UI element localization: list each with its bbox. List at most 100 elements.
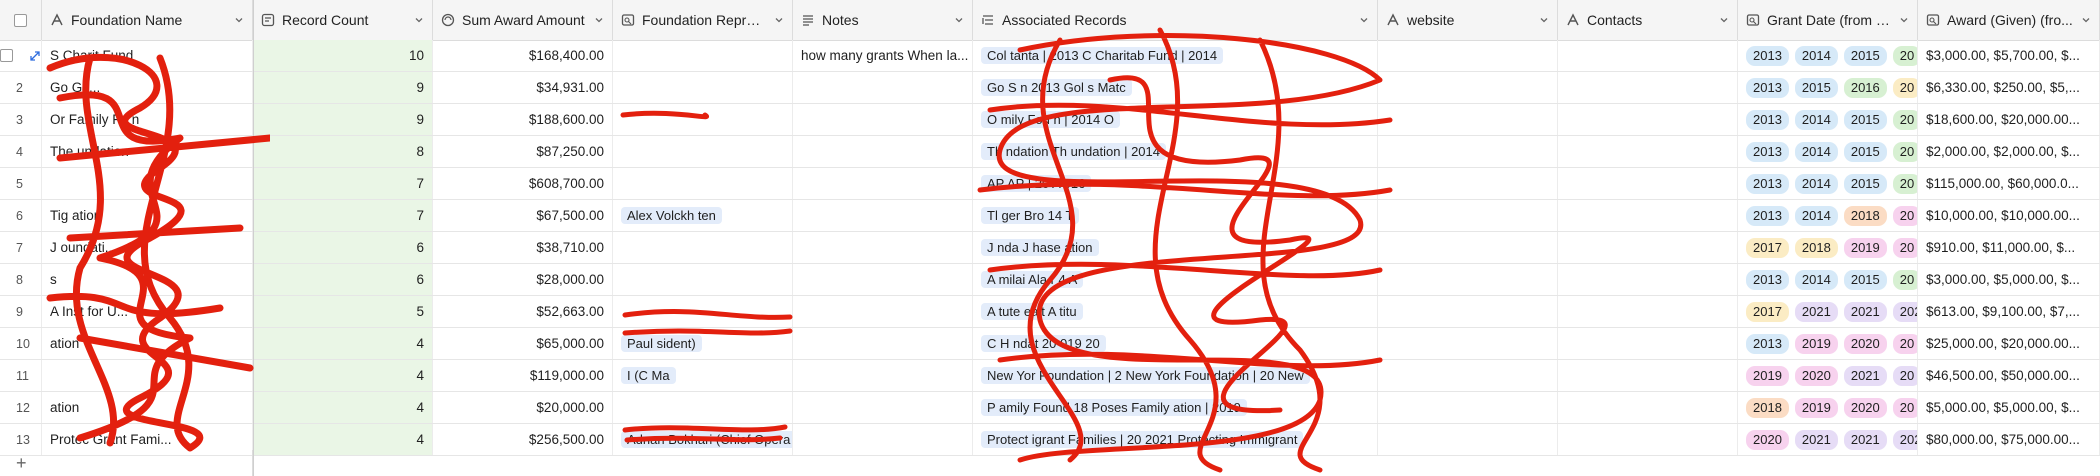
website-cell[interactable]: [1378, 392, 1558, 423]
table-row[interactable]: 5 7 $608,700.00 AP AP | 20 A 016 2013 2014 201…: [0, 168, 2100, 200]
row-number[interactable]: 8: [0, 264, 42, 295]
header-select-all[interactable]: [0, 0, 42, 40]
linked-record-chip[interactable]: C H ndat 20 019 20: [981, 335, 1106, 352]
foundation-rep-cell[interactable]: [613, 136, 793, 167]
foundation-name-cell[interactable]: Tig ation: [42, 200, 253, 231]
record-count-cell[interactable]: 4: [253, 424, 433, 455]
contacts-cell[interactable]: [1558, 392, 1738, 423]
contacts-cell[interactable]: [1558, 136, 1738, 167]
linked-record-chip[interactable]: O mily Fou n | 2014 O: [981, 111, 1120, 128]
notes-cell[interactable]: [793, 424, 973, 455]
record-count-cell[interactable]: 4: [253, 360, 433, 391]
sum-award-cell[interactable]: $87,250.00: [433, 136, 613, 167]
linked-record-chip[interactable]: Adnan Bokhari (Chief Opera: [621, 431, 792, 448]
award-given-cell[interactable]: $46,500.00, $50,000.00...: [1918, 360, 2100, 391]
award-given-cell[interactable]: $5,000.00, $5,000.00, $...: [1918, 392, 2100, 423]
chevron-down-icon[interactable]: [594, 15, 604, 25]
website-cell[interactable]: [1378, 264, 1558, 295]
chevron-down-icon[interactable]: [1539, 15, 1549, 25]
record-count-cell[interactable]: 6: [253, 264, 433, 295]
website-cell[interactable]: [1378, 104, 1558, 135]
website-cell[interactable]: [1378, 360, 1558, 391]
table-row[interactable]: 7J oundati... 6 $38,710.00 J nda J hase ati…: [0, 232, 2100, 264]
chevron-down-icon[interactable]: [414, 15, 424, 25]
contacts-cell[interactable]: [1558, 232, 1738, 263]
notes-cell[interactable]: [793, 392, 973, 423]
award-given-cell[interactable]: $3,000.00, $5,700.00, $...: [1918, 40, 2100, 71]
column-header[interactable]: Contacts: [1558, 0, 1738, 40]
award-given-cell[interactable]: $613.00, $9,100.00, $7,...: [1918, 296, 2100, 327]
associated-records-cell[interactable]: A milai Ala r 4 A: [973, 264, 1378, 295]
record-count-cell[interactable]: 7: [253, 200, 433, 231]
associated-records-cell[interactable]: J nda J hase ation: [973, 232, 1378, 263]
sum-award-cell[interactable]: $67,500.00: [433, 200, 613, 231]
row-number[interactable]: 4: [0, 136, 42, 167]
grant-date-cell[interactable]: 2013 2014 2015 20: [1738, 40, 1918, 71]
award-given-cell[interactable]: $80,000.00, $75,000.00...: [1918, 424, 2100, 455]
table-row[interactable]: 9A Inst for U... 5 $52,663.00 A tute ealt A…: [0, 296, 2100, 328]
row-checkbox[interactable]: [0, 49, 13, 62]
linked-record-chip[interactable]: Go S n 2013 Gol s Matc: [981, 79, 1132, 96]
notes-cell[interactable]: [793, 232, 973, 263]
associated-records-cell[interactable]: Tl ger Bro 14 T: [973, 200, 1378, 231]
row-number[interactable]: 5: [0, 168, 42, 199]
associated-records-cell[interactable]: C H ndat 20 019 20: [973, 328, 1378, 359]
associated-records-cell[interactable]: Go S n 2013 Gol s Matc: [973, 72, 1378, 103]
foundation-rep-cell[interactable]: [613, 264, 793, 295]
contacts-cell[interactable]: [1558, 360, 1738, 391]
foundation-name-cell[interactable]: [42, 168, 253, 199]
linked-record-chip[interactable]: A tute ealt A titu: [981, 303, 1083, 320]
foundation-name-cell[interactable]: A Inst for U...: [42, 296, 253, 327]
website-cell[interactable]: [1378, 328, 1558, 359]
column-header[interactable]: Award (Given) (fro...: [1918, 0, 2100, 40]
add-record-button[interactable]: +: [0, 450, 253, 476]
chevron-down-icon[interactable]: [1899, 15, 1909, 25]
sum-award-cell[interactable]: $608,700.00: [433, 168, 613, 199]
record-count-cell[interactable]: 4: [253, 392, 433, 423]
table-row[interactable]: 12 ation 4 $20,000.00 P amily Found 18 Pose…: [0, 392, 2100, 424]
foundation-rep-cell[interactable]: Paul sident): [613, 328, 793, 359]
foundation-name-cell[interactable]: J oundati...: [42, 232, 253, 263]
award-given-cell[interactable]: $3,000.00, $5,000.00, $...: [1918, 264, 2100, 295]
row-number[interactable]: [0, 40, 42, 71]
award-given-cell[interactable]: $6,330.00, $250.00, $5,...: [1918, 72, 2100, 103]
associated-records-cell[interactable]: Protect igrant Families | 20 2021 Protec…: [973, 424, 1378, 455]
column-header[interactable]: Notes: [793, 0, 973, 40]
grant-date-cell[interactable]: 2013 2014 2018 20: [1738, 200, 1918, 231]
linked-record-chip[interactable]: AP AP | 20 A 016: [981, 175, 1092, 192]
sum-award-cell[interactable]: $119,000.00: [433, 360, 613, 391]
associated-records-cell[interactable]: P amily Found 18 Poses Family ation | 20…: [973, 392, 1378, 423]
foundation-name-cell[interactable]: ation: [42, 392, 253, 423]
website-cell[interactable]: [1378, 168, 1558, 199]
linked-record-chip[interactable]: Col tanta | 2013 C Charitab Fund | 2014: [981, 47, 1224, 64]
sum-award-cell[interactable]: $34,931.00: [433, 72, 613, 103]
award-given-cell[interactable]: $10,000.00, $10,000.00...: [1918, 200, 2100, 231]
row-number[interactable]: 7: [0, 232, 42, 263]
table-row[interactable]: 6 Tig ation 7 $67,500.00 Alex Volckh ten Tl g…: [0, 200, 2100, 232]
notes-cell[interactable]: [793, 360, 973, 391]
row-number[interactable]: 9: [0, 296, 42, 327]
grant-date-cell[interactable]: 2013 2014 2015 20: [1738, 264, 1918, 295]
foundation-name-cell[interactable]: [42, 360, 253, 391]
row-number[interactable]: 11: [0, 360, 42, 391]
grant-date-cell[interactable]: 2013 2015 2016 20: [1738, 72, 1918, 103]
foundation-name-cell[interactable]: The undation: [42, 136, 253, 167]
associated-records-cell[interactable]: New Yor Foundation | 2 New York Foundati…: [973, 360, 1378, 391]
website-cell[interactable]: [1378, 136, 1558, 167]
sum-award-cell[interactable]: $188,600.00: [433, 104, 613, 135]
grant-date-cell[interactable]: 2017 2018 2019 20: [1738, 232, 1918, 263]
associated-records-cell[interactable]: AP AP | 20 A 016: [973, 168, 1378, 199]
grant-date-cell[interactable]: 2013 2019 2020 20: [1738, 328, 1918, 359]
award-given-cell[interactable]: $25,000.00, $20,000.00...: [1918, 328, 2100, 359]
row-number[interactable]: 12: [0, 392, 42, 423]
linked-record-chip[interactable]: New Yor Foundation | 2 New York Foundati…: [981, 367, 1310, 384]
record-count-cell[interactable]: 7: [253, 168, 433, 199]
table-row[interactable]: 3 Or Family Fo n 9 $188,600.00 O mily Fou n …: [0, 104, 2100, 136]
table-row[interactable]: 10 ation 4 $65,000.00 Paul sident) C H ndat …: [0, 328, 2100, 360]
grant-date-cell[interactable]: 2013 2014 2015 20: [1738, 136, 1918, 167]
record-count-cell[interactable]: 5: [253, 296, 433, 327]
contacts-cell[interactable]: [1558, 296, 1738, 327]
associated-records-cell[interactable]: Th ndation Th undation | 2014: [973, 136, 1378, 167]
foundation-name-cell[interactable]: ation: [42, 328, 253, 359]
record-count-cell[interactable]: 6: [253, 232, 433, 263]
